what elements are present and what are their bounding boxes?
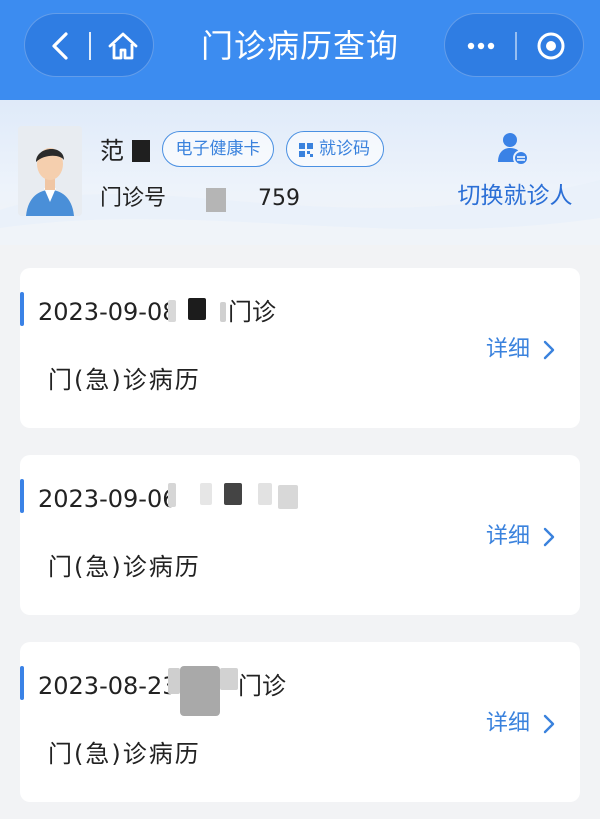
chevron-right-icon[interactable] xyxy=(540,712,558,736)
switch-patient-icon[interactable] xyxy=(496,130,530,166)
back-icon[interactable] xyxy=(39,24,83,68)
accent-bar xyxy=(20,666,24,700)
detail-link[interactable]: 详细 xyxy=(486,706,530,742)
redaction-mask xyxy=(200,483,212,505)
avatar xyxy=(18,126,82,216)
patient-info-panel: 范 电子健康卡 就诊码 门诊号 759 切换就诊人 xyxy=(0,100,600,245)
redaction-mask xyxy=(168,483,176,507)
accent-bar xyxy=(20,292,24,326)
redaction-mask xyxy=(258,483,272,505)
more-dots-icon[interactable] xyxy=(459,24,503,68)
visit-code-label: 就诊码 xyxy=(319,139,370,159)
record-card[interactable]: 2023-09-06 门(急)诊病历 详细 xyxy=(20,455,580,615)
menu-capsule xyxy=(444,13,584,77)
page-title: 门诊病历查询 xyxy=(200,27,399,65)
redaction-mask xyxy=(220,668,238,690)
detail-link[interactable]: 详细 xyxy=(486,519,530,555)
redaction-mask xyxy=(188,298,206,320)
accent-bar xyxy=(20,479,24,513)
visit-code-button[interactable]: 就诊码 xyxy=(286,131,384,167)
redaction-mask xyxy=(206,188,226,212)
redaction-mask xyxy=(180,666,220,716)
background-wave xyxy=(0,180,600,245)
qr-code-icon xyxy=(299,143,313,157)
record-title: 门(急)诊病历 xyxy=(48,366,201,394)
record-title: 门(急)诊病历 xyxy=(48,740,201,768)
record-card[interactable]: 2023-09-08 门诊 门(急)诊病历 详细 xyxy=(20,268,580,428)
nav-capsule xyxy=(24,13,154,77)
record-date: 2023-08-23 xyxy=(38,672,178,700)
detail-link[interactable]: 详细 xyxy=(486,332,530,368)
chevron-right-icon[interactable] xyxy=(540,525,558,549)
outpatient-number-suffix: 759 xyxy=(258,186,300,211)
record-title: 门(急)诊病历 xyxy=(48,553,201,581)
record-date: 2023-09-06 xyxy=(38,485,178,513)
home-icon[interactable] xyxy=(101,24,145,68)
record-type: 门诊 xyxy=(228,298,276,326)
outpatient-number-label: 门诊号 xyxy=(100,186,167,211)
redaction-mask xyxy=(224,483,242,505)
record-date: 2023-09-08 xyxy=(38,298,178,326)
switch-patient-button[interactable]: 切换就诊人 xyxy=(456,178,574,214)
redaction-mask xyxy=(168,668,180,694)
redaction-mask xyxy=(220,302,226,322)
top-navigation-bar: 门诊病历查询 xyxy=(0,0,600,100)
record-card[interactable]: 2023-08-23 门诊 门(急)诊病历 详细 xyxy=(20,642,580,802)
record-type: 门诊 xyxy=(238,672,286,700)
capsule-divider xyxy=(89,32,91,60)
health-card-button[interactable]: 电子健康卡 xyxy=(162,131,274,167)
capsule-divider xyxy=(515,32,517,60)
chevron-right-icon[interactable] xyxy=(540,338,558,362)
target-circle-icon[interactable] xyxy=(529,24,573,68)
redaction-mask xyxy=(278,485,298,509)
redaction-mask xyxy=(168,300,176,322)
patient-name: 范 xyxy=(100,137,124,165)
redaction-mask xyxy=(132,140,150,162)
